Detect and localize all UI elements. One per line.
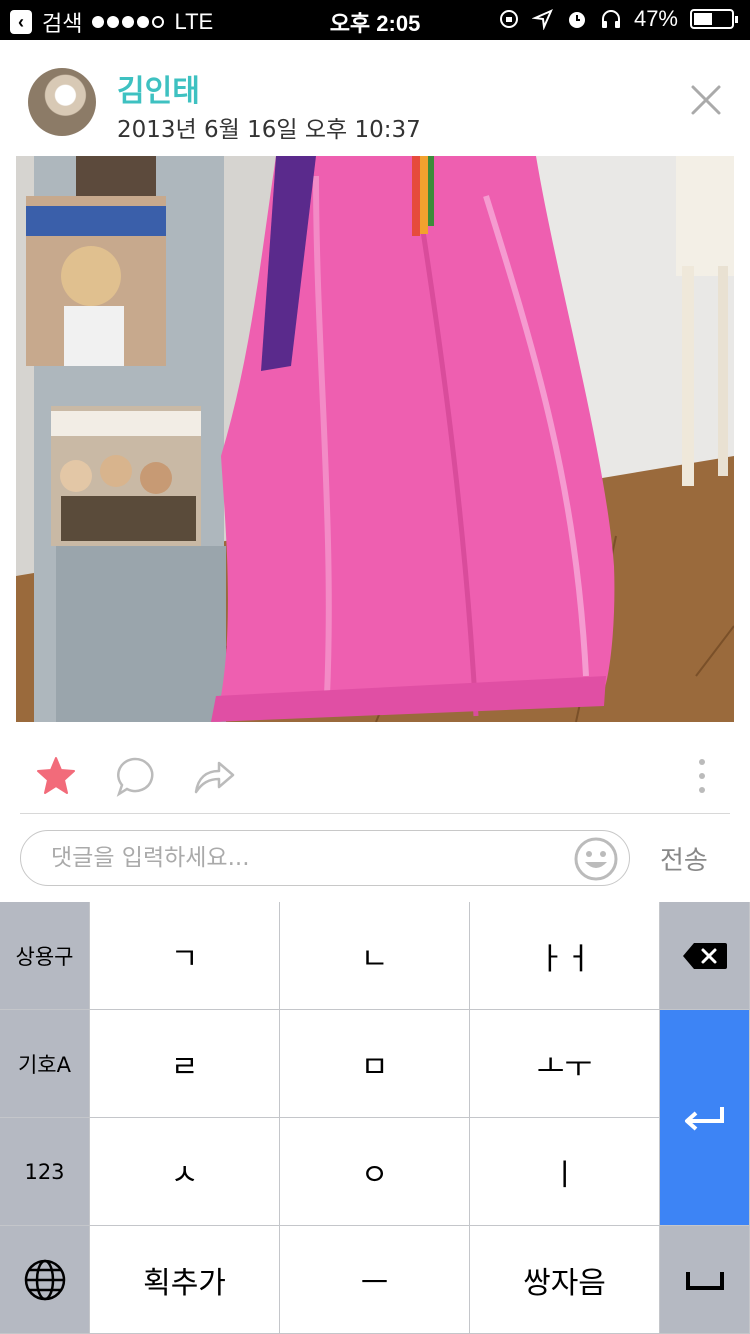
headphones-icon [601,10,620,28]
keyboard: 상용구 기호A 123 ㄱ ㄴ ㅏㅓ ㄹ ㅁ ㅗㅜ ㅅ ㅇ ㅣ 획추가 ㅡ 쌍자… [0,902,750,1334]
key-ieung[interactable]: ㅇ [280,1118,470,1226]
backspace-icon [682,942,727,969]
location-icon [531,9,553,30]
key-label: ㅅ [170,1157,199,1193]
key-add-stroke[interactable]: 획추가 [90,1226,280,1334]
photo-image [16,156,734,722]
comment-input[interactable] [51,831,571,885]
key-double-consonant[interactable]: 쌍자음 [470,1226,660,1334]
key-numbers[interactable]: 123 [0,1118,90,1226]
rotation-lock-icon [499,10,518,28]
key-label: ㅇ [360,1157,389,1193]
star-icon[interactable] [34,754,78,798]
key-space[interactable] [660,1226,750,1334]
key-nieun[interactable]: ㄴ [280,902,470,1010]
share-icon[interactable] [192,754,236,798]
key-label: ㅡ [360,1265,389,1301]
send-button[interactable]: 전송 [660,840,708,877]
key-rieul[interactable]: ㄹ [90,1010,280,1118]
key-i[interactable]: ㅣ [470,1118,660,1226]
key-label: ㅗㅜ [536,1049,593,1085]
avatar[interactable] [28,68,96,136]
close-icon[interactable] [686,80,726,120]
key-a-eo[interactable]: ㅏㅓ [470,902,660,1010]
key-label: ㄴ [360,941,389,977]
key-phrases[interactable]: 상용구 [0,902,90,1010]
globe-icon [24,1259,65,1300]
key-label: ㄱ [170,941,199,977]
key-symbols[interactable]: 기호A [0,1010,90,1118]
key-mieum[interactable]: ㅁ [280,1010,470,1118]
app-screen: ‹ 검색 LTE 오후 2:05 47% 김인태 2013년 6월 16일 오후… [0,0,750,1334]
post-date: 2013년 6월 16일 오후 10:37 [117,117,421,143]
more-options-icon[interactable] [680,754,724,798]
key-return[interactable] [660,1010,750,1226]
key-backspace[interactable] [660,902,750,1010]
key-o-u[interactable]: ㅗㅜ [470,1010,660,1118]
post-card: 김인태 2013년 6월 16일 오후 10:37 댓글을 입력하세요... 전… [0,40,750,900]
key-label: ㄹ [170,1049,199,1085]
key-label: ㅏㅓ [536,941,593,977]
key-globe[interactable] [0,1226,90,1334]
return-icon [684,1106,724,1130]
key-label: ㅣ [550,1157,579,1193]
divider [20,813,730,814]
emoji-icon[interactable] [573,836,619,882]
status-bar: ‹ 검색 LTE 오후 2:05 47% [0,0,750,40]
post-actions [0,740,750,812]
key-siot[interactable]: ㅅ [90,1118,280,1226]
comment-box [20,830,630,886]
key-label: ㅁ [360,1049,389,1085]
alarm-icon [568,12,585,28]
space-icon [685,1271,724,1290]
comment-icon[interactable] [113,754,157,798]
key-eu[interactable]: ㅡ [280,1226,470,1334]
battery-icon [690,9,738,29]
post-photo[interactable] [16,156,734,722]
author-name[interactable]: 김인태 [117,66,200,110]
key-giyeok[interactable]: ㄱ [90,902,280,1010]
battery-percent: 47% [633,6,678,31]
